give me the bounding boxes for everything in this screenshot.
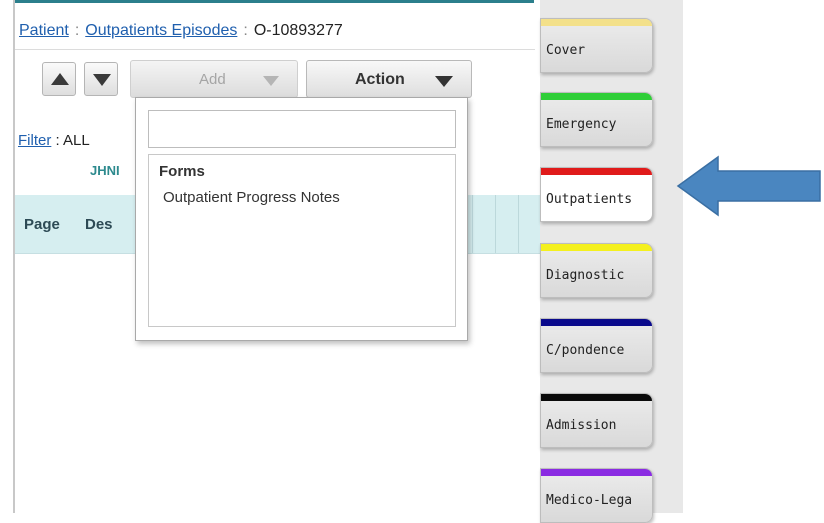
move-up-button[interactable] [42, 62, 76, 96]
action-button-label: Action [355, 71, 405, 88]
dropdown-list: Forms Outpatient Progress Notes [148, 154, 456, 327]
dropdown-item-outpatient-progress-notes[interactable]: Outpatient Progress Notes [163, 189, 340, 206]
tab-color-bar [541, 93, 652, 100]
filter-value: ALL [63, 132, 90, 149]
add-dropdown-menu: Forms Outpatient Progress Notes [135, 97, 468, 341]
tab-label: C/pondence [546, 343, 625, 358]
caret-down-icon [435, 76, 453, 87]
tab-label: Diagnostic [546, 268, 625, 283]
action-button[interactable]: Action [306, 60, 472, 98]
tab-label: Cover [546, 43, 586, 58]
left-border [13, 0, 15, 513]
triangle-down-icon [93, 74, 111, 86]
triangle-up-icon [51, 73, 69, 85]
add-button[interactable]: Add [130, 60, 298, 98]
tab-color-bar [541, 469, 652, 476]
breadcrumb-divider [15, 49, 535, 50]
top-accent-line [14, 0, 534, 3]
tab-label: Admission [546, 418, 617, 433]
add-button-label: Add [199, 71, 226, 88]
left-arrow-icon [676, 155, 821, 217]
dropdown-group-label: Forms [159, 163, 205, 180]
caret-down-icon [263, 76, 279, 86]
tab-correspondence[interactable]: C/pondence [540, 318, 653, 373]
breadcrumb: Patient: Outpatients Episodes: O-10893277 [19, 22, 343, 40]
breadcrumb-separator: : [74, 22, 80, 39]
breadcrumb-patient-link[interactable]: Patient [19, 22, 69, 39]
filter-link[interactable]: Filter [18, 132, 51, 149]
tab-diagnostic[interactable]: Diagnostic [540, 243, 653, 298]
tab-color-bar [541, 319, 652, 326]
breadcrumb-episode-id: O-10893277 [253, 22, 343, 39]
filter-separator: : [55, 132, 60, 149]
breadcrumb-episodes-link[interactable]: Outpatients Episodes [85, 22, 237, 39]
tab-medico-legal[interactable]: Medico-Lega [540, 468, 653, 523]
tab-outpatients[interactable]: Outpatients [540, 167, 653, 222]
tab-color-bar [541, 168, 652, 175]
column-divider [518, 195, 519, 253]
tab-label: Medico-Lega [546, 493, 633, 508]
column-header-description[interactable]: Des [85, 216, 113, 233]
tab-color-bar [541, 19, 652, 26]
breadcrumb-separator: : [243, 22, 248, 39]
column-divider [495, 195, 496, 253]
tab-color-bar [541, 394, 652, 401]
column-divider [472, 195, 473, 253]
tab-label: Outpatients [546, 192, 633, 207]
column-header-page[interactable]: Page [24, 216, 60, 233]
tab-emergency[interactable]: Emergency [540, 92, 653, 147]
move-down-button[interactable] [84, 62, 118, 96]
filter-row: Filter : ALL [18, 132, 90, 149]
tab-label: Emergency [546, 117, 617, 132]
tab-admission[interactable]: Admission [540, 393, 653, 448]
tab-cover[interactable]: Cover [540, 18, 653, 73]
tab-color-bar [541, 244, 652, 251]
dropdown-search-input[interactable] [148, 110, 456, 148]
filter-subvalue: JHNI [90, 163, 120, 178]
